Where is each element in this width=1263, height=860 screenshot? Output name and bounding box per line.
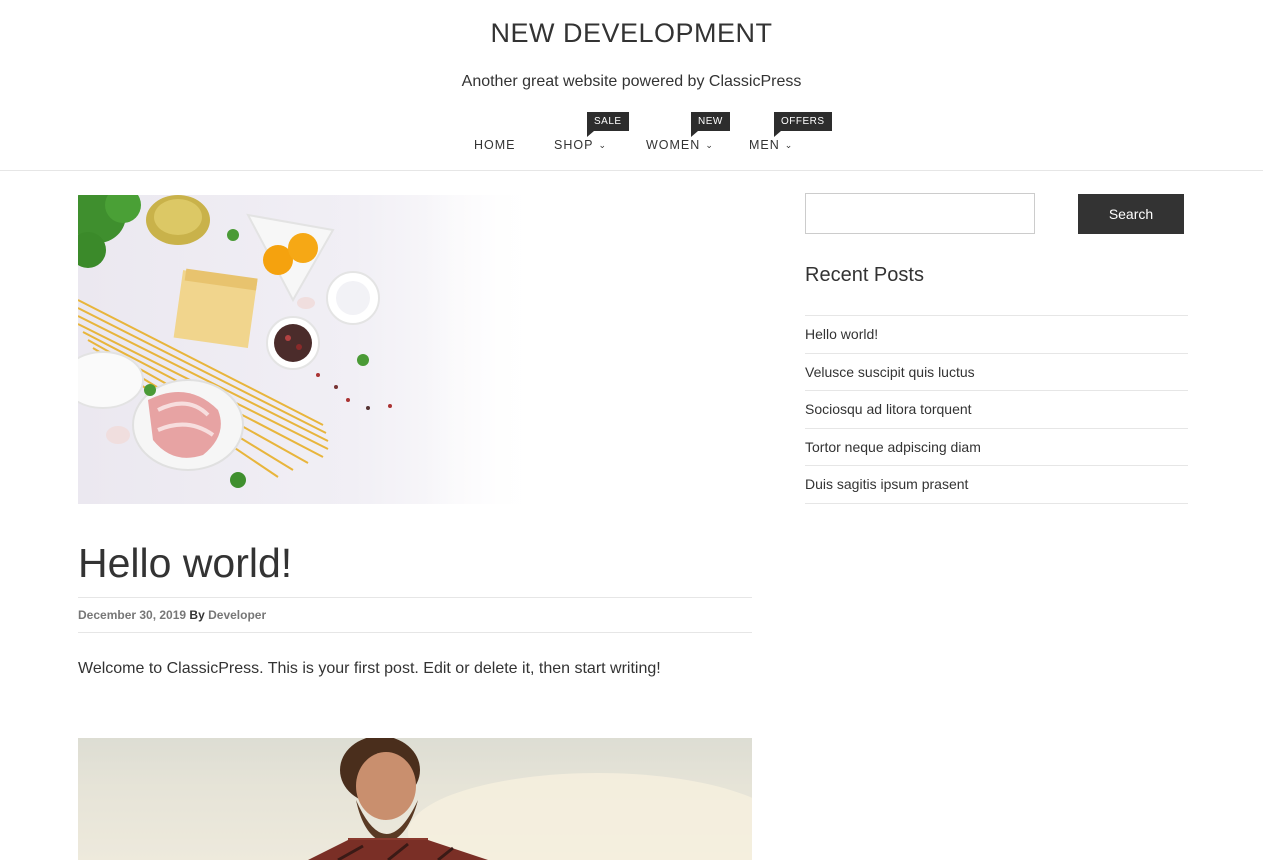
nav-item-label: WOMEN <box>646 138 701 152</box>
main-navigation: HOME SALE SHOP ⌄ NEW WOMEN ⌄ OFFERS MEN ⌄ <box>0 112 1263 160</box>
post-thumbnail[interactable] <box>78 195 538 504</box>
nav-item-label: SHOP <box>554 138 594 152</box>
offers-badge: OFFERS <box>774 112 832 137</box>
nav-item-shop[interactable]: SHOP ⌄ <box>554 138 607 152</box>
search-input[interactable] <box>805 193 1035 234</box>
chevron-down-icon: ⌄ <box>705 140 714 150</box>
nav-item-home[interactable]: HOME <box>474 138 516 152</box>
new-badge: NEW <box>691 112 730 137</box>
nav-item-women[interactable]: WOMEN ⌄ <box>646 138 714 152</box>
chevron-down-icon: ⌄ <box>598 140 607 150</box>
post-author[interactable]: Developer <box>208 608 266 622</box>
post-by-label: By <box>189 608 205 622</box>
bearded-man-image <box>78 738 752 860</box>
chevron-down-icon: ⌄ <box>784 140 794 150</box>
search-button[interactable]: Search <box>1078 194 1184 234</box>
recent-posts-list: Hello world! Velusce suscipit quis luctu… <box>805 315 1188 504</box>
post-meta: December 30, 2019 By Developer <box>78 597 752 633</box>
sale-badge: SALE <box>587 112 629 137</box>
recent-post-link[interactable]: Sociosqu ad litora torquent <box>805 391 1188 429</box>
recent-post-link[interactable]: Hello world! <box>805 316 1188 354</box>
post-title[interactable]: Hello world! <box>78 540 292 587</box>
recent-post-link[interactable]: Velusce suscipit quis luctus <box>805 354 1188 391</box>
post-date[interactable]: December 30, 2019 <box>78 608 186 622</box>
recent-post-link[interactable]: Tortor neque adpiscing diam <box>805 429 1188 466</box>
site-title[interactable]: NEW DEVELOPMENT <box>0 18 1263 49</box>
nav-item-men[interactable]: MEN ⌄ <box>749 138 793 152</box>
post-excerpt: Welcome to ClassicPress. This is your fi… <box>78 660 661 677</box>
site-header: NEW DEVELOPMENT Another great website po… <box>0 0 1263 171</box>
pasta-ingredients-image <box>78 195 538 504</box>
post-thumbnail[interactable] <box>78 738 752 860</box>
site-tagline: Another great website powered by Classic… <box>461 73 802 90</box>
nav-item-label: HOME <box>474 138 516 152</box>
recent-posts-title: Recent Posts <box>805 264 924 286</box>
nav-item-label: MEN <box>749 138 780 152</box>
recent-post-link[interactable]: Duis sagitis ipsum prasent <box>805 466 1188 504</box>
